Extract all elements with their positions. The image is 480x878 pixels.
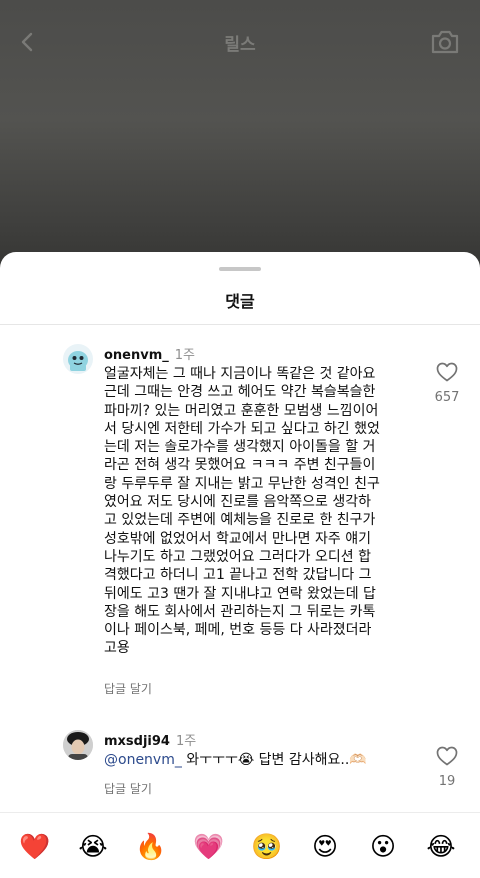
comment-time: 1주 [174, 348, 196, 363]
comment-header: onenvm_ 1주 [104, 344, 195, 363]
like-button[interactable] [436, 746, 458, 766]
emoji-heart-eyes-button[interactable]: 😍 [309, 831, 341, 863]
emoji-laughing-button[interactable]: 😂 [425, 831, 457, 863]
reply-button[interactable]: 답글 달기 [104, 780, 152, 797]
sheet-title: 댓글 [225, 292, 255, 311]
reply-button[interactable]: 답글 달기 [104, 680, 152, 697]
heart-icon [436, 362, 458, 382]
heart-icon [436, 746, 458, 766]
emoji-pink-heart-button[interactable]: 💗 [193, 831, 225, 863]
emoji-fire-button[interactable]: 🔥 [135, 831, 167, 863]
comment-username[interactable]: mxsdji94 [104, 734, 170, 749]
avatar[interactable] [63, 344, 93, 374]
avatar[interactable] [63, 730, 93, 760]
emoji-crying-button[interactable]: 😭 [77, 831, 109, 863]
like-button[interactable] [436, 362, 458, 382]
comment-time: 1주 [175, 734, 197, 749]
comments-sheet: 댓글 onenvm_ 1주 얼굴자체는 그 때나 지금이나 똑같은 것 같아요 근… [0, 252, 480, 878]
top-bar: 릴스 [0, 20, 480, 64]
avatar-image [63, 730, 93, 760]
like-count: 657 [434, 390, 460, 405]
camera-icon [431, 30, 459, 54]
mention-link[interactable]: @onenvm_ [104, 752, 182, 768]
comment-text: @onenvm_ 와ㅜㅜㅜ😭 답변 감사해요..🫶🏻 [104, 751, 424, 769]
emoji-heart-button[interactable]: ❤️ [19, 831, 51, 863]
avatar-image [68, 351, 88, 371]
sheet-grabber[interactable] [219, 267, 261, 271]
comment-username[interactable]: onenvm_ [104, 348, 169, 363]
emoji-teary-button[interactable]: 🥹 [251, 831, 283, 863]
camera-button[interactable] [430, 28, 460, 56]
divider [0, 324, 480, 325]
like-count: 19 [438, 774, 456, 789]
emoji-reaction-bar: ❤️ 😭 🔥 💗 🥹 😍 😮 😂 [0, 812, 480, 878]
comment-text: 얼굴자체는 그 때나 지금이나 똑같은 것 같아요 근데 그때는 안경 쓰고 헤… [104, 366, 380, 657]
comment-body: 와ㅜㅜㅜ😭 답변 감사해요..🫶🏻 [181, 752, 367, 768]
comment-header: mxsdji94 1주 [104, 730, 196, 749]
page-title: 릴스 [224, 35, 256, 55]
emoji-surprised-button[interactable]: 😮 [367, 831, 399, 863]
